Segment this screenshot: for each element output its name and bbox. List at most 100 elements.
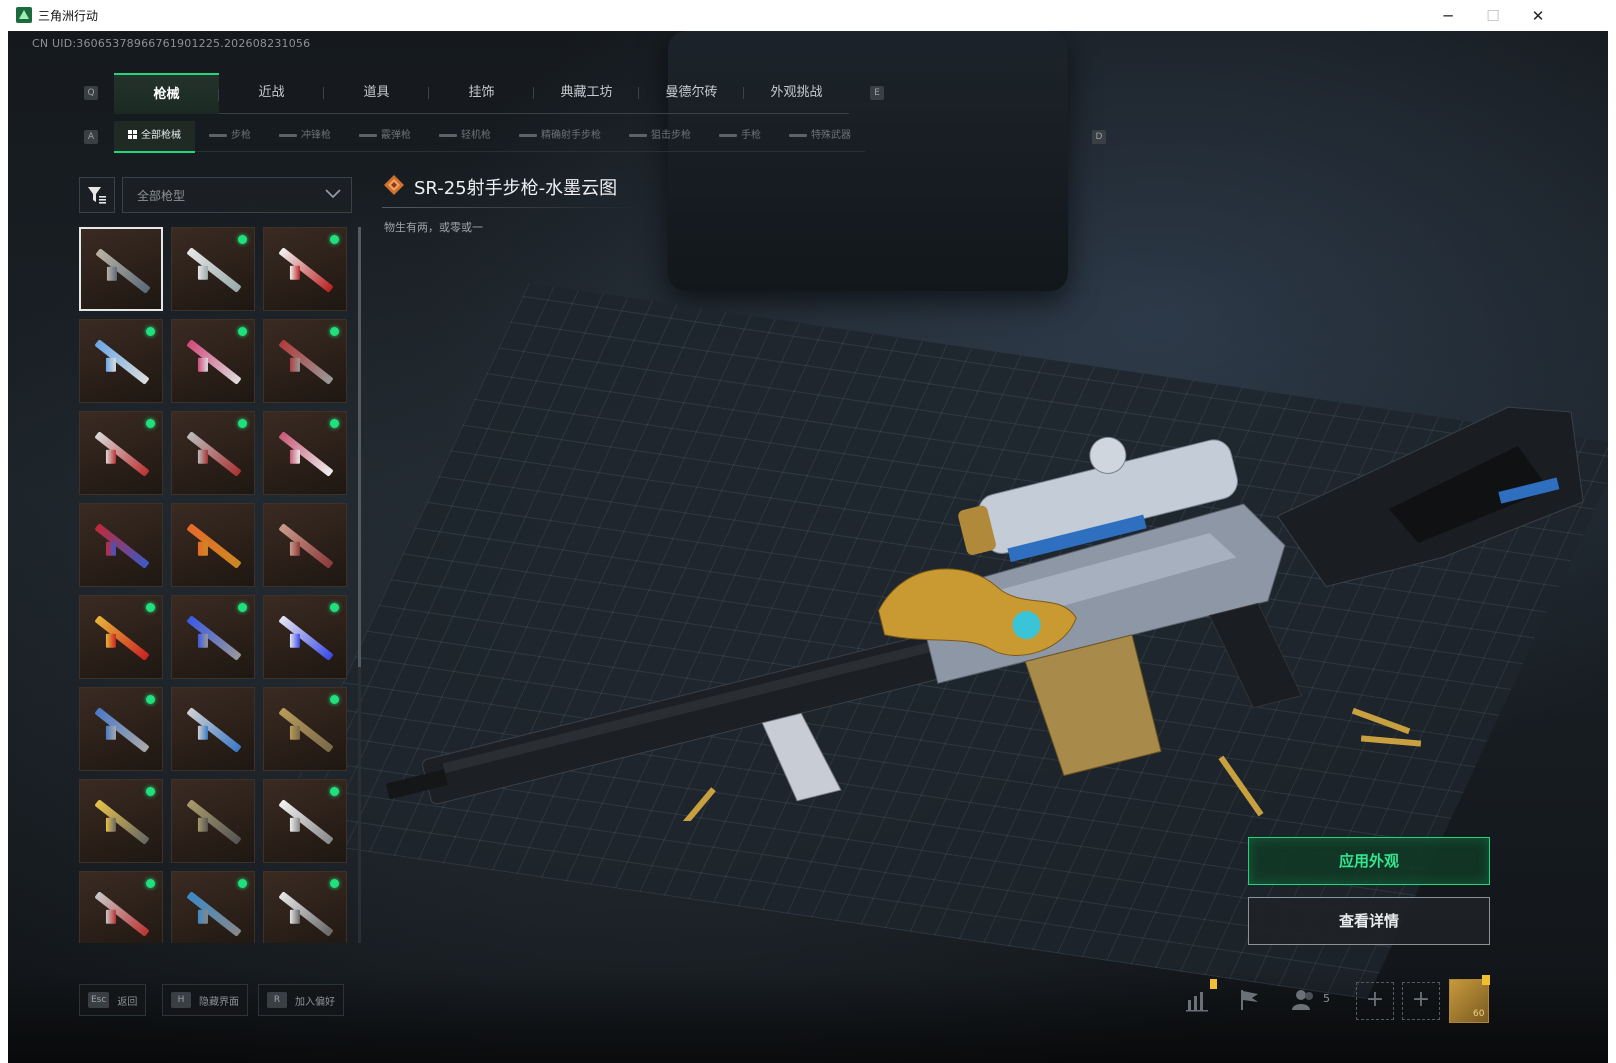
maximize-button[interactable]: ☐ (1473, 4, 1513, 28)
prev-tab-key[interactable]: Q (84, 86, 98, 100)
gun-silhouette-icon (279, 133, 297, 137)
view-details-button[interactable]: 查看详情 (1248, 897, 1490, 945)
skin-item[interactable] (79, 411, 163, 495)
tab-1[interactable]: 近战 (219, 73, 324, 112)
skin-item[interactable] (171, 319, 255, 403)
stats-chart-icon[interactable] (1184, 986, 1212, 1014)
title-divider (382, 207, 642, 208)
sub-tab-row: 全部枪械 步枪 冲锋枪 霰弹枪 轻机枪 精确射手步枪 狙击步枪 手枪 特殊武器 (114, 121, 865, 153)
skin-grid (79, 227, 349, 943)
skin-item[interactable] (263, 411, 347, 495)
gun-silhouette-icon (629, 133, 647, 137)
tab-4[interactable]: 典藏工坊 (534, 73, 639, 112)
main-tab-row: 枪械 近战 道具 挂饰 典藏工坊 曼德尔砖 外观挑战 (114, 73, 849, 114)
close-button[interactable]: ✕ (1518, 4, 1558, 28)
rarity-diamond-icon (384, 175, 404, 195)
skin-item[interactable] (79, 871, 163, 943)
rifle-preview[interactable] (358, 371, 1598, 821)
next-subtab-key[interactable]: D (1092, 130, 1106, 144)
skin-item[interactable] (79, 503, 163, 587)
skin-thumbnail (94, 339, 150, 385)
skin-item[interactable] (79, 687, 163, 771)
tab-6[interactable]: 外观挑战 (744, 73, 849, 112)
new-indicator-dot (330, 787, 339, 796)
avatar-alert-badge (1482, 975, 1490, 985)
subtab-6[interactable]: 狙击步枪 (615, 121, 705, 151)
subtab-label: 步枪 (231, 130, 251, 141)
subtab-2[interactable]: 冲锋枪 (265, 121, 345, 151)
skin-thumbnail (186, 799, 242, 845)
new-indicator-dot (238, 419, 247, 428)
new-indicator-dot (146, 879, 155, 888)
skin-thumbnail (186, 523, 242, 569)
filter-button[interactable] (79, 177, 115, 213)
skin-item[interactable] (263, 595, 347, 679)
subtab-7[interactable]: 手枪 (705, 121, 775, 151)
minimize-button[interactable]: ─ (1428, 4, 1468, 28)
skin-item[interactable] (171, 595, 255, 679)
friends-icon[interactable] (1290, 986, 1318, 1014)
subtab-label: 狙击步枪 (651, 130, 691, 141)
skin-item[interactable] (263, 319, 347, 403)
new-indicator-dot (238, 879, 247, 888)
tab-3[interactable]: 挂饰 (429, 73, 534, 112)
tab-0[interactable]: 枪械 (114, 73, 219, 114)
subtab-0[interactable]: 全部枪械 (114, 121, 195, 153)
apply-skin-button[interactable]: 应用外观 (1248, 837, 1490, 885)
subtab-3[interactable]: 霰弹枪 (345, 121, 425, 151)
subtab-4[interactable]: 轻机枪 (425, 121, 505, 151)
tab-2[interactable]: 道具 (324, 73, 429, 112)
new-indicator-dot (146, 787, 155, 796)
gun-silhouette-icon (439, 133, 457, 137)
new-indicator-dot (330, 419, 339, 428)
skin-item[interactable] (79, 319, 163, 403)
hint-0[interactable]: Esc 返回 (79, 984, 147, 1016)
hint-label: 加入偏好 (295, 996, 335, 1008)
subtab-5[interactable]: 精确射手步枪 (505, 121, 615, 151)
skin-item[interactable] (79, 779, 163, 863)
subtab-label: 全部枪械 (141, 130, 181, 141)
skin-thumbnail (94, 799, 150, 845)
skin-item[interactable] (263, 779, 347, 863)
add-squad-slot-2[interactable]: + (1402, 982, 1440, 1020)
uid-text: CN UID:3606537896676190122​5.20260823105… (32, 37, 311, 50)
skin-item[interactable] (171, 779, 255, 863)
skin-item[interactable] (171, 871, 255, 943)
new-indicator-dot (238, 603, 247, 612)
gun-type-dropdown[interactable]: 全部枪型 (122, 177, 352, 213)
hint-1[interactable]: H 隐藏界面 (162, 984, 248, 1016)
skin-thumbnail (186, 707, 242, 753)
subtab-label: 特殊武器 (811, 130, 851, 141)
skin-item[interactable] (171, 503, 255, 587)
add-squad-slot-1[interactable]: + (1356, 982, 1394, 1020)
new-indicator-dot (330, 879, 339, 888)
subtab-1[interactable]: 步枪 (195, 121, 265, 151)
skin-thumbnail (95, 248, 151, 294)
skin-thumbnail (186, 431, 242, 477)
skin-thumbnail (94, 707, 150, 753)
flag-icon[interactable] (1236, 986, 1264, 1014)
skin-thumbnail (186, 247, 242, 293)
skin-item[interactable] (263, 871, 347, 943)
subtab-8[interactable]: 特殊武器 (775, 121, 865, 151)
skin-thumbnail (278, 707, 334, 753)
skin-item[interactable] (171, 687, 255, 771)
hint-2[interactable]: R 加入偏好 (258, 984, 344, 1016)
skin-item[interactable] (79, 227, 163, 311)
next-tab-key[interactable]: E (870, 86, 884, 100)
skin-thumbnail (278, 247, 334, 293)
skin-item[interactable] (79, 595, 163, 679)
subtab-label: 轻机枪 (461, 130, 491, 141)
prev-subtab-key[interactable]: A (84, 130, 98, 144)
app-logo-icon (16, 7, 32, 23)
skin-item[interactable] (171, 227, 255, 311)
skin-item[interactable] (263, 227, 347, 311)
new-indicator-dot (146, 327, 155, 336)
skin-item[interactable] (171, 411, 255, 495)
gun-silhouette-icon (209, 133, 227, 137)
skin-item[interactable] (263, 503, 347, 587)
skin-thumbnail (94, 431, 150, 477)
tab-5[interactable]: 曼德尔砖 (639, 73, 744, 112)
chevron-down-icon (325, 189, 341, 199)
skin-item[interactable] (263, 687, 347, 771)
